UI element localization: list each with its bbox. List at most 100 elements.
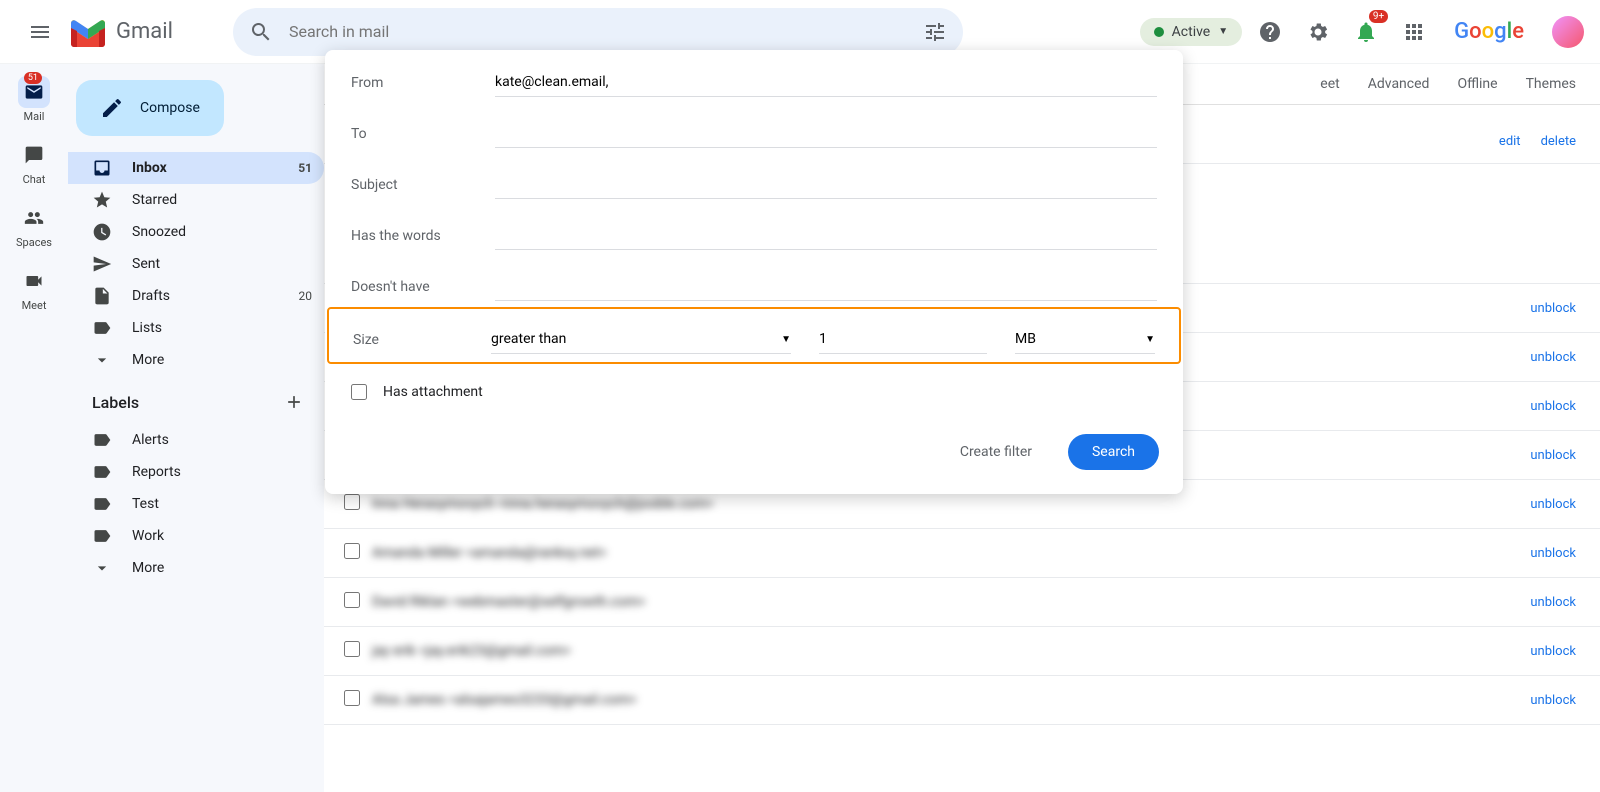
sidebar-item-snoozed[interactable]: Snoozed	[68, 216, 324, 248]
gmail-logo[interactable]: Gmail	[68, 17, 173, 47]
header-right: Active ▼ 9+ Google	[1140, 12, 1584, 52]
bell-icon	[1354, 20, 1378, 44]
label-icon	[92, 462, 112, 482]
unblock-link[interactable]: unblock	[1530, 644, 1576, 659]
add-label-button[interactable]	[280, 388, 308, 416]
gmail-logo-icon	[68, 17, 108, 47]
unblock-link[interactable]: unblock	[1530, 350, 1576, 365]
filter-from-label: From	[351, 75, 495, 91]
sidebar-item-more[interactable]: More	[68, 344, 324, 376]
search-button[interactable]: Search	[1068, 434, 1159, 470]
tab-themes[interactable]: Themes	[1526, 76, 1576, 104]
filter-size-operator-select[interactable]: greater than ▼	[491, 325, 791, 354]
row-checkbox[interactable]	[344, 592, 360, 608]
filter-from-input[interactable]	[495, 68, 1157, 97]
hamburger-icon	[28, 20, 52, 44]
row-checkbox[interactable]	[344, 641, 360, 657]
nav-rail-mail[interactable]: 51 Mail	[18, 76, 50, 123]
spaces-icon	[24, 208, 44, 228]
filter-size-unit-value: MB	[1015, 331, 1036, 347]
tab-offline[interactable]: Offline	[1457, 76, 1497, 104]
notification-badge-count: 9+	[1369, 10, 1388, 23]
filter-to-input[interactable]	[495, 119, 1157, 148]
label-icon	[92, 318, 112, 338]
sidebar-item-inbox[interactable]: Inbox 51	[68, 152, 324, 184]
sidebar-sent-label: Sent	[132, 256, 312, 272]
search-input[interactable]	[281, 22, 915, 41]
unblock-link[interactable]: unblock	[1530, 399, 1576, 414]
sidebar-item-starred[interactable]: Starred	[68, 184, 324, 216]
status-chip[interactable]: Active ▼	[1140, 18, 1242, 46]
filter-has-attachment-row: Has attachment	[325, 366, 1183, 418]
nav-rail-chat[interactable]: Chat	[18, 139, 50, 186]
support-button[interactable]	[1250, 12, 1290, 52]
sidebar-inbox-label: Inbox	[132, 160, 278, 176]
filter-size-unit-select[interactable]: MB ▼	[1015, 325, 1155, 354]
tab-advanced[interactable]: Advanced	[1368, 76, 1430, 104]
sidebar-label-test[interactable]: Test	[68, 488, 324, 520]
nav-rail: 51 Mail Chat Spaces Meet	[0, 64, 68, 792]
notifications-button[interactable]: 9+	[1346, 12, 1386, 52]
row-checkbox[interactable]	[344, 494, 360, 510]
unblock-link[interactable]: unblock	[1530, 693, 1576, 708]
filter-haswords-input[interactable]	[495, 221, 1157, 250]
compose-label: Compose	[140, 100, 200, 116]
sidebar-item-lists[interactable]: Lists	[68, 312, 324, 344]
unblock-link[interactable]: unblock	[1530, 595, 1576, 610]
blocked-address: Inna Herasymovych <inna.herasymovych@joo…	[372, 496, 1530, 512]
filter-doesnthave-row: Doesn't have	[325, 254, 1183, 305]
unblock-link[interactable]: unblock	[1530, 497, 1576, 512]
sidebar-label-reports-text: Reports	[132, 464, 312, 480]
search-options-button[interactable]	[915, 12, 955, 52]
sidebar-label-alerts[interactable]: Alerts	[68, 424, 324, 456]
settings-button[interactable]	[1298, 12, 1338, 52]
delete-link[interactable]: delete	[1541, 134, 1576, 149]
sidebar-item-drafts[interactable]: Drafts 20	[68, 280, 324, 312]
blocked-address: Alsa James <alsajames3233@gmail.com>	[372, 692, 1530, 708]
nav-rail-mail-badge: 51	[24, 72, 42, 84]
unblock-link[interactable]: unblock	[1530, 301, 1576, 316]
search-icon	[249, 20, 273, 44]
search-button[interactable]	[241, 12, 281, 52]
tab-meet[interactable]: eet	[1320, 76, 1339, 104]
sidebar-label-work[interactable]: Work	[68, 520, 324, 552]
chat-icon	[24, 145, 44, 165]
filter-size-value-input[interactable]	[819, 325, 987, 354]
table-row: Alsa James <alsajames3233@gmail.com> unb…	[324, 676, 1600, 725]
row-checkbox[interactable]	[344, 543, 360, 559]
apps-button[interactable]	[1394, 12, 1434, 52]
unblock-link[interactable]: unblock	[1530, 546, 1576, 561]
mail-icon	[24, 82, 44, 102]
labels-header: Labels	[68, 376, 324, 424]
nav-rail-spaces[interactable]: Spaces	[16, 202, 52, 249]
avatar[interactable]	[1552, 16, 1584, 48]
row-checkbox[interactable]	[344, 690, 360, 706]
sidebar-snoozed-label: Snoozed	[132, 224, 312, 240]
sidebar-label-reports[interactable]: Reports	[68, 456, 324, 488]
edit-link[interactable]: edit	[1499, 134, 1521, 149]
blocked-address: jay erik <jay.erik23@gmail.com>	[372, 643, 1530, 659]
tune-icon	[923, 20, 947, 44]
nav-rail-meet[interactable]: Meet	[18, 265, 50, 312]
filter-from-row: From	[325, 50, 1183, 101]
compose-button[interactable]: Compose	[76, 80, 224, 136]
chevron-down-icon	[92, 558, 112, 578]
filter-has-attachment-checkbox[interactable]	[351, 384, 367, 400]
sidebar-labels-more[interactable]: More	[68, 552, 324, 584]
unblock-link[interactable]: unblock	[1530, 448, 1576, 463]
sidebar-labels-more-text: More	[132, 560, 312, 576]
google-logo: Google	[1454, 19, 1524, 44]
blocked-address: David Riklan <webmaster@selfgrowth.com>	[372, 594, 1530, 610]
draft-icon	[92, 286, 112, 306]
table-row: jay erik <jay.erik23@gmail.com> unblock	[324, 627, 1600, 676]
nav-rail-mail-label: Mail	[24, 110, 45, 123]
create-filter-button[interactable]: Create filter	[940, 434, 1052, 470]
filter-subject-label: Subject	[351, 177, 495, 193]
status-dot-icon	[1154, 27, 1164, 37]
status-text: Active	[1172, 24, 1211, 40]
main-menu-button[interactable]	[16, 8, 64, 56]
sidebar-item-sent[interactable]: Sent	[68, 248, 324, 280]
filter-to-label: To	[351, 126, 495, 142]
filter-doesnthave-input[interactable]	[495, 272, 1157, 301]
filter-subject-input[interactable]	[495, 170, 1157, 199]
